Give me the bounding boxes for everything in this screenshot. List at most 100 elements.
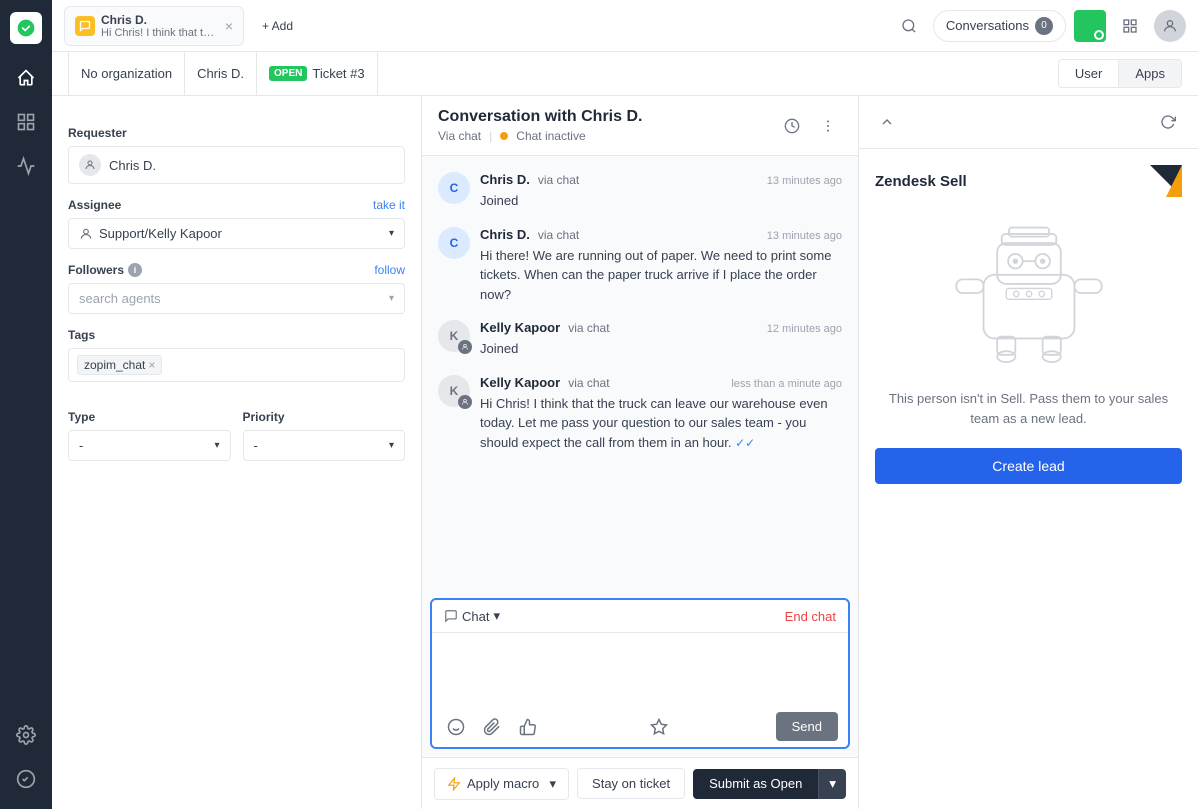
followers-section: Followers i follow xyxy=(68,263,405,277)
message-content: Kelly Kapoor via chat less than a minute… xyxy=(480,375,842,453)
sidebar-views-icon[interactable] xyxy=(8,104,44,140)
user-avatar-button[interactable] xyxy=(1154,10,1186,42)
conversation-header: Conversation with Chris D. Via chat | Ch… xyxy=(422,96,858,156)
agent-badge-icon xyxy=(458,340,472,354)
ticket-number: Ticket #3 xyxy=(312,66,364,81)
submit-as-open-button[interactable]: Submit as Open xyxy=(693,769,818,799)
left-sidebar xyxy=(0,0,52,809)
tag-label: zopim_chat xyxy=(84,358,145,372)
submit-dropdown-button[interactable]: ▾ xyxy=(818,769,846,799)
message-via: via chat xyxy=(538,173,579,187)
end-chat-button[interactable]: End chat xyxy=(785,609,836,624)
chat-mode-selector[interactable]: Chat ▾ xyxy=(444,608,500,624)
bottom-bar: Apply macro ▾ Stay on ticket Submit as O… xyxy=(422,757,858,809)
search-agents-field[interactable]: search agents ▾ xyxy=(68,283,405,314)
requester-avatar xyxy=(79,154,101,176)
message-content: Kelly Kapoor via chat 12 minutes ago Joi… xyxy=(480,320,842,359)
chat-status-label: Chat inactive xyxy=(516,129,585,143)
follow-link[interactable]: follow xyxy=(374,263,405,277)
breadcrumb-no-org[interactable]: No organization xyxy=(68,52,185,96)
status-indicator[interactable] xyxy=(1074,10,1106,42)
add-tab-button[interactable]: + Add xyxy=(252,13,303,39)
agent-avatar: K xyxy=(438,375,470,407)
requester-field[interactable]: Chris D. xyxy=(68,146,405,184)
message-via: via chat xyxy=(568,376,609,390)
assignee-field[interactable]: Support/Kelly Kapoor ▾ xyxy=(68,218,405,249)
thumbsup-button[interactable] xyxy=(514,713,542,741)
stay-on-ticket-button[interactable]: Stay on ticket xyxy=(577,768,685,799)
sidebar-home-icon[interactable] xyxy=(8,60,44,96)
right-panel: Zendesk Sell xyxy=(858,96,1198,809)
agents-chevron-icon: ▾ xyxy=(389,293,394,304)
chat-mode-label: Chat xyxy=(462,609,489,624)
sender-name: Chris D. xyxy=(480,227,530,242)
sender-name: Kelly Kapoor xyxy=(480,375,560,390)
read-check-icon: ✓✓ xyxy=(735,436,755,450)
logo[interactable] xyxy=(10,12,42,44)
tags-field[interactable]: zopim_chat × xyxy=(68,348,405,382)
collapse-button[interactable] xyxy=(875,110,899,134)
message-via: via chat xyxy=(568,321,609,335)
sidebar-zendesk-icon[interactable] xyxy=(8,761,44,797)
conversation-panel: Conversation with Chris D. Via chat | Ch… xyxy=(422,96,858,809)
requester-label: Requester xyxy=(68,126,405,140)
sidebar-reports-icon[interactable] xyxy=(8,148,44,184)
conversation-subtitle: Via chat | Chat inactive xyxy=(438,129,642,143)
breadcrumb-ticket[interactable]: OPEN Ticket #3 xyxy=(257,52,378,96)
message-time: 13 minutes ago xyxy=(767,175,842,187)
tab-subtitle: Hi Chris! I think that th... xyxy=(101,27,215,39)
sell-description: This person isn't in Sell. Pass them to … xyxy=(875,389,1182,428)
conversations-badge: 0 xyxy=(1035,17,1053,35)
macro-label: Apply macro xyxy=(467,776,539,791)
message-text: Joined xyxy=(480,191,842,211)
macro-chevron-icon: ▾ xyxy=(550,776,557,792)
create-lead-button[interactable]: Create lead xyxy=(875,448,1182,484)
active-tab[interactable]: Chris D. Hi Chris! I think that th... × xyxy=(64,6,244,46)
history-icon[interactable] xyxy=(778,112,806,140)
tag-remove-button[interactable]: × xyxy=(148,358,155,372)
search-button[interactable] xyxy=(893,10,925,42)
user-apps-tabs: User Apps xyxy=(1058,59,1182,88)
assignee-chevron-icon: ▾ xyxy=(389,228,394,239)
submit-button-group: Submit as Open ▾ xyxy=(693,769,846,799)
chat-input-toolbar: Chat ▾ End chat xyxy=(432,600,848,633)
priority-chevron-icon: ▾ xyxy=(389,440,394,451)
more-options-icon[interactable] xyxy=(814,112,842,140)
message-row: C Chris D. via chat 13 minutes ago Joine… xyxy=(438,172,842,211)
via-chat-label: Via chat xyxy=(438,129,481,143)
sender-name: Kelly Kapoor xyxy=(480,320,560,335)
attachment-button[interactable] xyxy=(478,713,506,741)
user-tab[interactable]: User xyxy=(1059,60,1118,87)
message-text: Joined xyxy=(480,339,842,359)
message-content: Chris D. via chat 13 minutes ago Hi ther… xyxy=(480,227,842,305)
sender-avatar: C xyxy=(438,227,470,259)
priority-field[interactable]: - ▾ xyxy=(243,430,406,461)
message-text: Hi Chris! I think that the truck can lea… xyxy=(480,394,842,453)
zendesk-sell-title: Zendesk Sell xyxy=(875,173,967,190)
chat-actions: Send xyxy=(432,706,848,747)
refresh-button[interactable] xyxy=(1154,108,1182,136)
tab-close-button[interactable]: × xyxy=(225,18,233,34)
message-time: 13 minutes ago xyxy=(767,230,842,242)
messages-area: C Chris D. via chat 13 minutes ago Joine… xyxy=(422,156,858,590)
priority-value: - xyxy=(254,438,258,453)
send-button[interactable]: Send xyxy=(776,712,838,741)
assignee-section: Assignee take it xyxy=(68,198,405,212)
type-label: Type xyxy=(68,410,231,424)
chat-textarea[interactable] xyxy=(432,633,848,703)
take-it-link[interactable]: take it xyxy=(373,198,405,212)
followers-info-icon[interactable]: i xyxy=(128,263,142,277)
chat-input-area: Chat ▾ End chat xyxy=(430,598,850,749)
apps-tab[interactable]: Apps xyxy=(1118,60,1181,87)
sidebar-settings-icon[interactable] xyxy=(8,717,44,753)
message-row: C Chris D. via chat 13 minutes ago Hi th… xyxy=(438,227,842,305)
type-chevron-icon: ▾ xyxy=(214,440,219,451)
ai-assist-button[interactable] xyxy=(645,713,673,741)
apply-macro-button[interactable]: Apply macro ▾ xyxy=(434,768,569,800)
conversations-button[interactable]: Conversations 0 xyxy=(933,10,1066,42)
type-field[interactable]: - ▾ xyxy=(68,430,231,461)
grid-view-button[interactable] xyxy=(1114,10,1146,42)
emoji-button[interactable] xyxy=(442,713,470,741)
breadcrumb-user[interactable]: Chris D. xyxy=(185,52,257,96)
message-content: Chris D. via chat 13 minutes ago Joined xyxy=(480,172,842,211)
